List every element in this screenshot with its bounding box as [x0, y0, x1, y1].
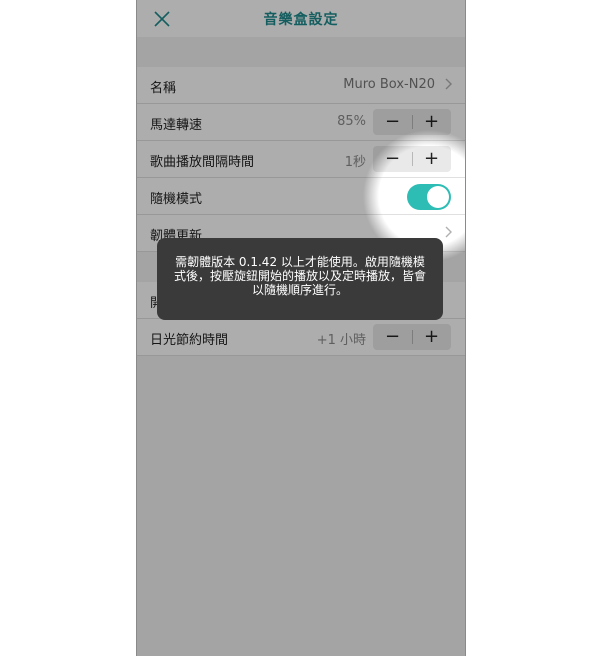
daylight-saving-label: 日光節約時間	[150, 333, 229, 348]
tooltip: 需韌體版本 0.1.42 以上才能使用。啟用隨機模式後，按壓旋鈕開始的播放以及定…	[157, 238, 443, 320]
daylight-saving-decrease-button[interactable]: −	[373, 324, 412, 350]
song-interval-decrease-button[interactable]: −	[373, 146, 412, 172]
chevron-right-icon	[445, 78, 452, 90]
tooltip-text: 需韌體版本 0.1.42 以上才能使用。啟用隨機模式後，按壓旋鈕開始的播放以及定…	[173, 255, 426, 297]
daylight-saving-value: +1 小時	[316, 333, 366, 348]
motor-speed-label: 馬達轉速	[150, 118, 203, 133]
toggle-knob	[427, 186, 449, 208]
empty-area	[137, 356, 465, 656]
shuffle-row: 隨機模式	[137, 178, 465, 215]
song-interval-label: 歌曲播放間隔時間	[150, 155, 255, 170]
chevron-right-icon	[445, 226, 452, 238]
motor-speed-row: 馬達轉速 85% − +	[137, 104, 465, 141]
daylight-saving-row: 日光節約時間 +1 小時 − +	[137, 319, 465, 356]
song-interval-increase-button[interactable]: +	[412, 146, 451, 172]
page-title: 音樂盒設定	[263, 12, 339, 28]
motor-speed-increase-button[interactable]: +	[412, 109, 451, 135]
song-interval-stepper: − +	[373, 146, 451, 172]
phone-screen: 音樂盒設定 名稱 Muro Box-N20 馬達轉速 85% − + 歌曲播放間…	[136, 0, 466, 656]
name-label: 名稱	[150, 81, 177, 96]
name-row[interactable]: 名稱 Muro Box-N20	[137, 67, 465, 104]
motor-speed-decrease-button[interactable]: −	[373, 109, 412, 135]
daylight-saving-increase-button[interactable]: +	[412, 324, 451, 350]
shuffle-toggle[interactable]	[407, 184, 451, 210]
motor-speed-value: 85%	[337, 114, 366, 129]
header: 音樂盒設定	[137, 0, 465, 37]
daylight-saving-stepper: − +	[373, 324, 451, 350]
shuffle-label: 隨機模式	[150, 192, 203, 207]
motor-speed-stepper: − +	[373, 109, 451, 135]
song-interval-value: 1秒	[344, 155, 366, 170]
section-gap	[137, 37, 465, 67]
name-value: Muro Box-N20	[343, 77, 435, 92]
song-interval-row: 歌曲播放間隔時間 1秒 − +	[137, 141, 465, 178]
